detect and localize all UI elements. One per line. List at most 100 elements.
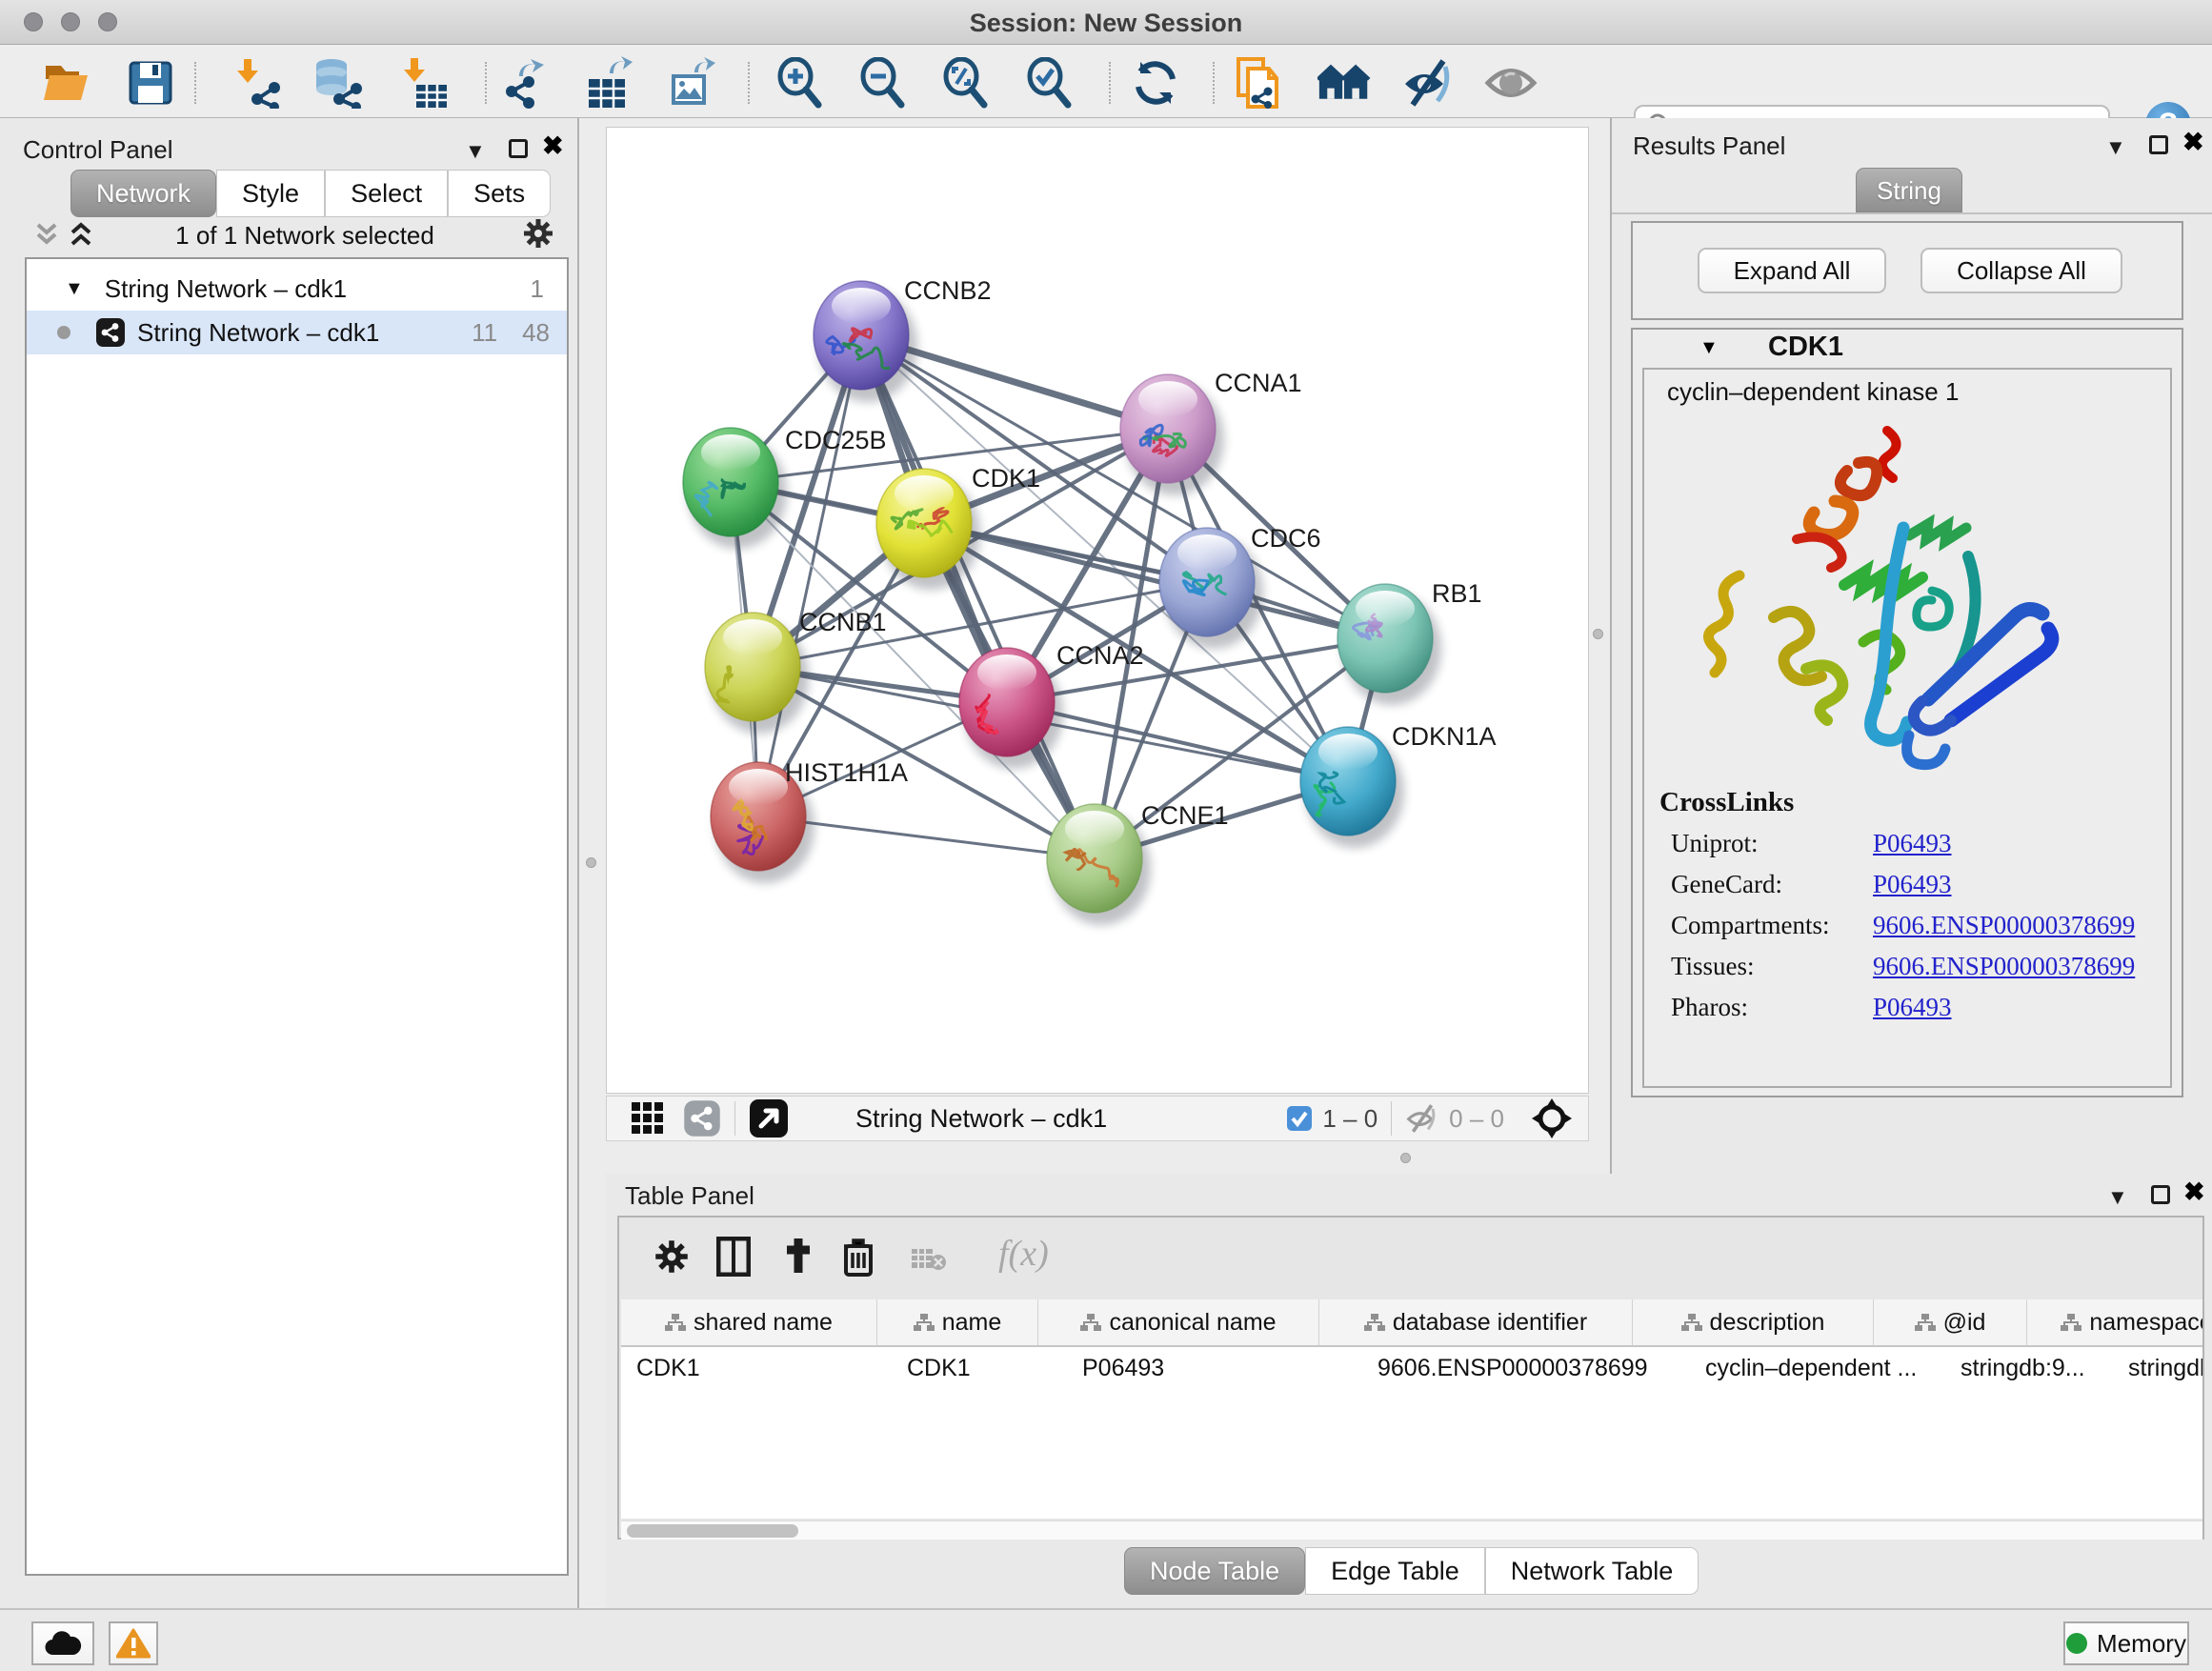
crosslink-value[interactable]: 9606.ENSP00000378699 <box>1873 911 2135 940</box>
network-node-cdkn1a[interactable]: CDKN1A <box>1300 722 1497 848</box>
tab-sets[interactable]: Sets <box>448 170 551 217</box>
crosslink-value[interactable]: 9606.ENSP00000378699 <box>1873 952 2135 981</box>
network-node-ccnb2[interactable]: CCNB2 <box>814 276 992 402</box>
export-table-icon[interactable] <box>580 56 633 110</box>
zoom-out-icon[interactable] <box>856 56 910 110</box>
crosslink-value[interactable]: P06493 <box>1873 870 1952 899</box>
network-node-ccna2[interactable]: CCNA2 <box>959 641 1144 769</box>
node-label: CDKN1A <box>1392 722 1497 751</box>
scrollbar-thumb[interactable] <box>627 1524 798 1538</box>
table-cell[interactable]: stringdb <box>2113 1347 2202 1389</box>
network-node-cdc25b[interactable]: CDC25B <box>683 426 887 549</box>
crosslink-value[interactable]: P06493 <box>1873 993 1952 1022</box>
crosslink-label: Compartments: <box>1671 911 1829 940</box>
control-panel-menu-icon[interactable]: ▼ <box>465 139 486 164</box>
collection-expand-icon[interactable]: ▼ <box>65 278 84 300</box>
control-panel-close-icon[interactable]: ✖ <box>542 131 564 161</box>
column-header-description[interactable]: description <box>1633 1299 1874 1345</box>
network-options-gear-icon[interactable] <box>522 217 554 254</box>
table-cell[interactable]: stringdb:9... <box>1945 1347 2113 1389</box>
tab-string[interactable]: String <box>1856 168 1962 212</box>
crosslink-row: Tissues:9606.ENSP00000378699 <box>1671 952 2147 993</box>
network-node-rb1[interactable]: RB1 <box>1337 579 1482 705</box>
expand-all-networks-icon[interactable] <box>67 221 95 252</box>
birds-eye-grid-icon[interactable] <box>630 1100 666 1137</box>
results-panel-float-icon[interactable] <box>2149 135 2168 154</box>
delete-column-icon[interactable] <box>842 1237 875 1277</box>
node-label: CCNA1 <box>1215 369 1302 397</box>
table-cell[interactable]: cyclin–dependent ... <box>1690 1347 1945 1389</box>
export-image-icon[interactable] <box>663 56 716 110</box>
column-header-database-identifier[interactable]: database identifier <box>1319 1299 1633 1345</box>
import-table-file-icon[interactable] <box>398 56 452 110</box>
protein-structure-image <box>1682 413 2092 795</box>
show-columns-icon[interactable] <box>716 1237 751 1277</box>
network-row[interactable]: String Network – cdk1 11 48 <box>27 311 567 354</box>
hide-glass-eye-icon[interactable] <box>1401 56 1455 110</box>
column-header-name[interactable]: name <box>877 1299 1038 1345</box>
node-label: HIST1H1A <box>785 758 908 787</box>
open-in-window-icon[interactable] <box>749 1098 789 1138</box>
fit-crosshair-icon[interactable] <box>1531 1097 1573 1139</box>
import-network-database-icon[interactable] <box>311 56 364 110</box>
control-panel-float-icon[interactable] <box>509 139 528 158</box>
memory-button[interactable]: Memory <box>2063 1621 2189 1665</box>
zoom-selected-icon[interactable] <box>1023 56 1076 110</box>
table-cell[interactable]: 9606.ENSP00000378699 <box>1362 1347 1690 1389</box>
table-panel-menu-icon[interactable]: ▼ <box>2107 1185 2128 1210</box>
expand-all-button[interactable]: Expand All <box>1698 248 1886 293</box>
results-panel-close-icon[interactable]: ✖ <box>2182 128 2204 157</box>
import-network-file-icon[interactable] <box>231 56 285 110</box>
warning-button[interactable] <box>109 1621 158 1665</box>
table-cell[interactable]: CDK1 <box>621 1347 892 1389</box>
table-cell[interactable]: P06493 <box>1067 1347 1362 1389</box>
results-panel-menu-icon[interactable]: ▼ <box>2105 135 2126 160</box>
cloud-button[interactable] <box>31 1621 94 1665</box>
right-splitter-handle[interactable] <box>1593 629 1603 639</box>
column-header-shared-name[interactable]: shared name <box>621 1299 877 1345</box>
open-session-icon[interactable] <box>40 56 93 110</box>
protein-collapse-icon[interactable]: ▼ <box>1699 337 1719 359</box>
network-node-hist1h1a[interactable]: HIST1H1A <box>711 758 908 883</box>
selected-checkbox-icon[interactable] <box>1286 1105 1313 1132</box>
tab-style[interactable]: Style <box>216 170 325 217</box>
table-panel-body: f(x) shared namenamecanonical namedataba… <box>617 1216 2204 1540</box>
table-cell[interactable]: CDK1 <box>892 1347 1067 1389</box>
table-panel-close-icon[interactable]: ✖ <box>2183 1178 2205 1207</box>
show-eye-icon[interactable] <box>1484 56 1538 110</box>
home-networks-icon[interactable] <box>1317 56 1371 110</box>
network-share-icon[interactable] <box>683 1099 721 1137</box>
crosslink-row: Pharos:P06493 <box>1671 993 2147 1034</box>
tab-node-table[interactable]: Node Table <box>1124 1547 1305 1595</box>
export-network-icon[interactable] <box>497 56 551 110</box>
network-graph[interactable]: CCNB2CCNA1CDC25BCDK1CDC6RB1CCNB1CCNA2CDK… <box>607 128 1588 1093</box>
network-node-ccne1[interactable]: CCNE1 <box>1047 801 1229 925</box>
network-node-cdk1[interactable]: CDK1 <box>876 464 1040 590</box>
tab-network-table[interactable]: Network Table <box>1485 1547 1699 1595</box>
refresh-layout-icon[interactable] <box>1129 56 1182 110</box>
network-node-ccna1[interactable]: CCNA1 <box>1120 369 1302 495</box>
column-header--id[interactable]: @id <box>1874 1299 2027 1345</box>
column-header-canonical-name[interactable]: canonical name <box>1038 1299 1319 1345</box>
table-gear-icon[interactable] <box>654 1238 690 1275</box>
tab-select[interactable]: Select <box>325 170 448 217</box>
copy-style-icon[interactable] <box>1233 56 1286 110</box>
table-row[interactable]: CDK1CDK1P064939606.ENSP00000378699cyclin… <box>621 1347 2202 1389</box>
zoom-fit-icon[interactable] <box>939 56 993 110</box>
save-session-icon[interactable] <box>124 56 177 110</box>
tab-network[interactable]: Network <box>70 170 216 217</box>
network-edge-count: 48 <box>522 318 550 348</box>
column-header-namespace[interactable]: namespace <box>2027 1299 2202 1345</box>
bottom-splitter-handle[interactable] <box>1400 1153 1411 1163</box>
zoom-in-icon[interactable] <box>774 56 827 110</box>
collapse-all-networks-icon[interactable] <box>32 221 61 252</box>
collapse-all-button[interactable]: Collapse All <box>1920 248 2122 293</box>
network-collection-row[interactable]: ▼ String Network – cdk1 1 <box>27 267 567 311</box>
table-panel-float-icon[interactable] <box>2151 1185 2170 1204</box>
left-splitter-handle[interactable] <box>586 857 596 868</box>
add-column-icon[interactable] <box>779 1237 817 1275</box>
crosslink-value[interactable]: P06493 <box>1873 829 1952 858</box>
tab-edge-table[interactable]: Edge Table <box>1305 1547 1485 1595</box>
network-canvas[interactable]: CCNB2CCNA1CDC25BCDK1CDC6RB1CCNB1CCNA2CDK… <box>606 127 1589 1094</box>
horizontal-scrollbar[interactable] <box>621 1520 2202 1540</box>
